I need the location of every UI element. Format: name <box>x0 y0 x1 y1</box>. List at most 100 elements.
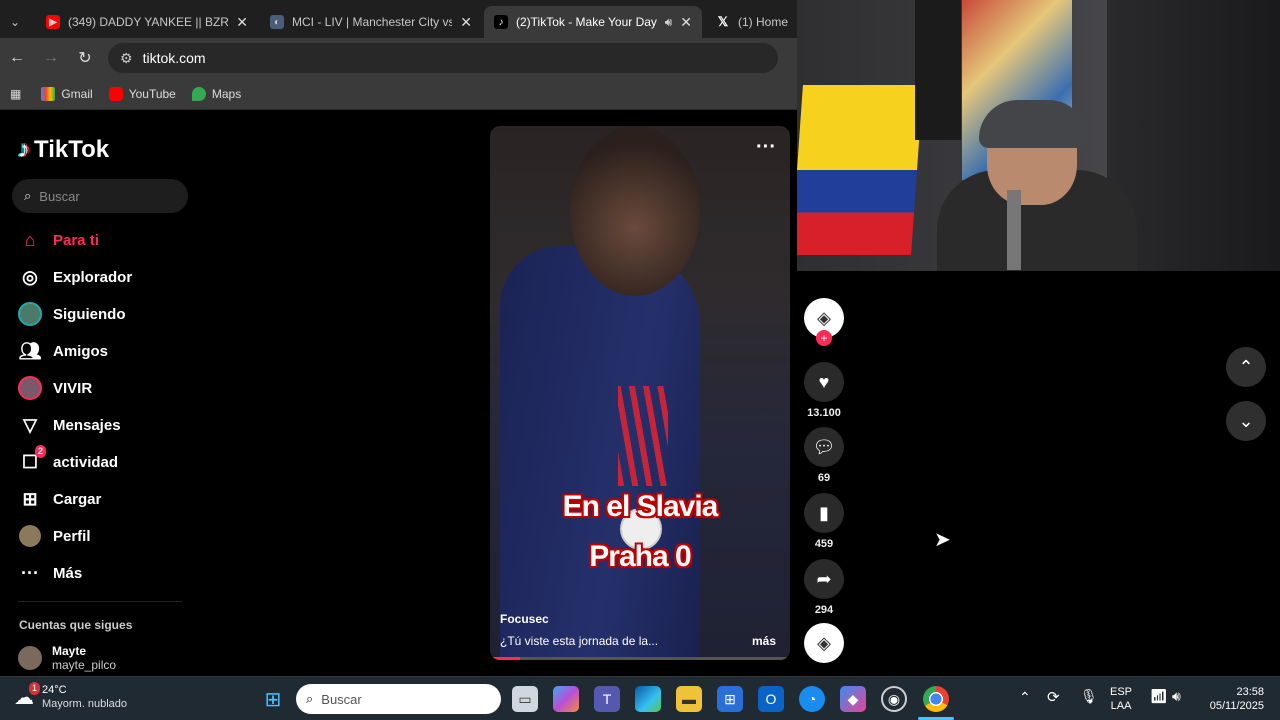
gmail-icon <box>41 86 56 101</box>
reload-icon[interactable]: ↻ <box>68 48 102 68</box>
clock[interactable]: 23:58 05/11/2025 <box>1200 685 1264 713</box>
tab-search-dropdown[interactable]: ⌄ <box>6 6 30 38</box>
search-input[interactable]: ⌕ Buscar <box>12 179 188 213</box>
close-icon[interactable]: ✕ <box>236 14 248 31</box>
youtube-icon: ▶ <box>46 15 60 29</box>
comment-icon: 💬︎ <box>804 427 844 467</box>
ecuador-flag <box>797 85 923 255</box>
live-icon <box>18 376 42 400</box>
save-button[interactable]: ▮ 459 <box>804 493 844 550</box>
copilot-icon[interactable] <box>553 686 579 712</box>
cloud-icon: ☁︎ 1 <box>14 681 40 710</box>
outlook-icon[interactable]: O <box>758 686 784 712</box>
teams-icon[interactable]: T <box>594 686 620 712</box>
forward-icon[interactable]: → <box>34 49 68 67</box>
chevron-up-icon[interactable]: ⌃ <box>1019 689 1031 706</box>
nav-cargar[interactable]: ⊞ Cargar <box>18 486 101 512</box>
video-author[interactable]: Focusec <box>500 612 549 626</box>
volume-icon[interactable]: 🔊︎ <box>1172 688 1181 705</box>
nav-actividad[interactable]: ☐ 2 actividad <box>18 445 118 475</box>
nav-amigos[interactable]: 👥︎ Amigos <box>18 338 108 364</box>
bookmark-icon: ▮ <box>804 493 844 533</box>
tab-tiktok[interactable]: ♪ (2)TikTok - Make Your Day 🔊︎ ✕ <box>484 6 702 38</box>
nav-perfil[interactable]: Perfil <box>18 523 91 549</box>
follow-plus-icon[interactable]: + <box>816 330 832 346</box>
video-frame <box>500 246 700 660</box>
share-icon: ➦ <box>804 559 844 599</box>
weather-widget[interactable]: ☁︎ 1 24°C Mayorm. nublado <box>14 681 127 711</box>
share-button[interactable]: ➦ 294 <box>804 559 844 616</box>
edge-icon[interactable] <box>635 686 661 712</box>
tiktok-note-icon: ♪ <box>18 136 30 163</box>
nav-vivir[interactable]: VIVIR <box>18 375 92 401</box>
nav-siguiendo[interactable]: Siguiendo <box>18 301 126 327</box>
bookmark-maps[interactable]: Maps <box>191 86 241 101</box>
progress-bar[interactable] <box>490 657 790 660</box>
streamer-hat <box>979 100 1087 148</box>
following-header: Cuentas que sigues <box>19 618 133 632</box>
friends-icon: 👥︎ <box>18 340 42 361</box>
windows-taskbar: ☁︎ 1 24°C Mayorm. nublado ⊞ ⌕ Buscar ▭ T … <box>0 676 1280 720</box>
send-icon: ▽ <box>23 414 37 435</box>
nav-explorador[interactable]: ◎ Explorador <box>18 264 132 290</box>
back-icon[interactable]: ← <box>0 49 34 67</box>
mouse-cursor-icon: ➤ <box>934 529 951 551</box>
more-link[interactable]: más <box>752 634 776 648</box>
language-indicator[interactable]: ESP LAA <box>1110 685 1132 713</box>
site-settings-icon[interactable]: ⚙︎ <box>120 50 133 67</box>
obs-icon[interactable]: ◉ <box>881 686 907 712</box>
paint-icon[interactable]: ◆ <box>840 686 866 712</box>
like-button[interactable]: ♥ 13.100 <box>804 362 844 419</box>
site-icon: ◐ <box>270 15 284 29</box>
wifi-icon[interactable]: 📶︎ <box>1150 688 1168 705</box>
search-icon: ⌕ <box>24 188 32 203</box>
close-icon[interactable]: ✕ <box>460 14 472 31</box>
team-banner <box>915 0 961 140</box>
address-bar[interactable]: ⚙︎ tiktok.com <box>108 43 778 73</box>
tab-bar: ⌄ ▶ (349) DADDY YANKEE || BZRP M ✕ ◐ MCI… <box>0 0 800 38</box>
tab-mci-liv[interactable]: ◐ MCI - LIV | Manchester City vs. ✕ <box>260 6 482 38</box>
more-icon: ··· <box>21 562 39 583</box>
nav-mensajes[interactable]: ▽ Mensajes <box>18 412 120 438</box>
video-caption-line1: En el Slavia <box>562 490 719 523</box>
nav-para-ti[interactable]: ⌂ Para ti <box>18 227 99 253</box>
more-options-icon[interactable]: ··· <box>756 136 776 159</box>
video-caption-line2: Praha 0 <box>589 540 691 573</box>
chrome-icon[interactable] <box>923 686 949 712</box>
store-icon[interactable]: ⊞ <box>717 686 743 712</box>
url-text: tiktok.com <box>142 50 206 66</box>
creator-avatar[interactable]: ◈ + <box>804 298 844 346</box>
heart-icon: ♥ <box>804 362 844 402</box>
sound-disc[interactable]: ◈ <box>804 623 844 663</box>
task-view-icon[interactable]: ▭ <box>512 686 538 712</box>
webcam-overlay <box>797 0 1280 271</box>
bookmark-youtube[interactable]: YouTube <box>108 86 176 101</box>
bookmark-gmail[interactable]: Gmail <box>41 86 93 101</box>
tab-youtube[interactable]: ▶ (349) DADDY YANKEE || BZRP M ✕ <box>36 6 258 38</box>
windows-start-icon[interactable]: ⊞ <box>260 686 286 712</box>
microphone-icon[interactable]: 🎙︎ <box>1080 688 1098 705</box>
app-icon[interactable]: ◔ <box>799 686 825 712</box>
sync-icon[interactable]: ⟳ <box>1047 688 1060 706</box>
previous-video-button[interactable]: ⌃ <box>1226 347 1266 387</box>
home-icon: ⌂ <box>24 229 36 250</box>
compass-icon: ◎ <box>22 266 38 287</box>
tiktok-logo[interactable]: ♪ TikTok <box>18 136 109 164</box>
search-icon: ⌕ <box>306 691 314 706</box>
activity-icon: ☐ 2 <box>18 445 46 474</box>
close-icon[interactable]: ✕ <box>680 14 692 31</box>
nav-mas[interactable]: ··· Más <box>18 560 82 586</box>
following-account[interactable]: Mayte mayte_pilco <box>18 644 116 672</box>
tab-x[interactable]: 𝕏 (1) Home / X <box>706 6 800 38</box>
video-player[interactable]: ··· En el Slavia Praha 0 Focusec ¿Tú vis… <box>490 126 790 660</box>
bookmarks-bar: ▦ Gmail YouTube Maps <box>0 78 800 110</box>
profile-avatar-icon <box>18 524 42 548</box>
activity-badge: 2 <box>34 445 46 458</box>
taskbar-search[interactable]: ⌕ Buscar <box>296 684 501 714</box>
apps-icon[interactable]: ▦ <box>10 87 21 101</box>
speaker-icon[interactable]: 🔊︎ <box>665 15 673 30</box>
next-video-button[interactable]: ⌄ <box>1226 401 1266 441</box>
maps-icon <box>191 86 206 101</box>
comment-button[interactable]: 💬︎ 69 <box>804 427 844 484</box>
file-explorer-icon[interactable]: ▬ <box>676 686 702 712</box>
